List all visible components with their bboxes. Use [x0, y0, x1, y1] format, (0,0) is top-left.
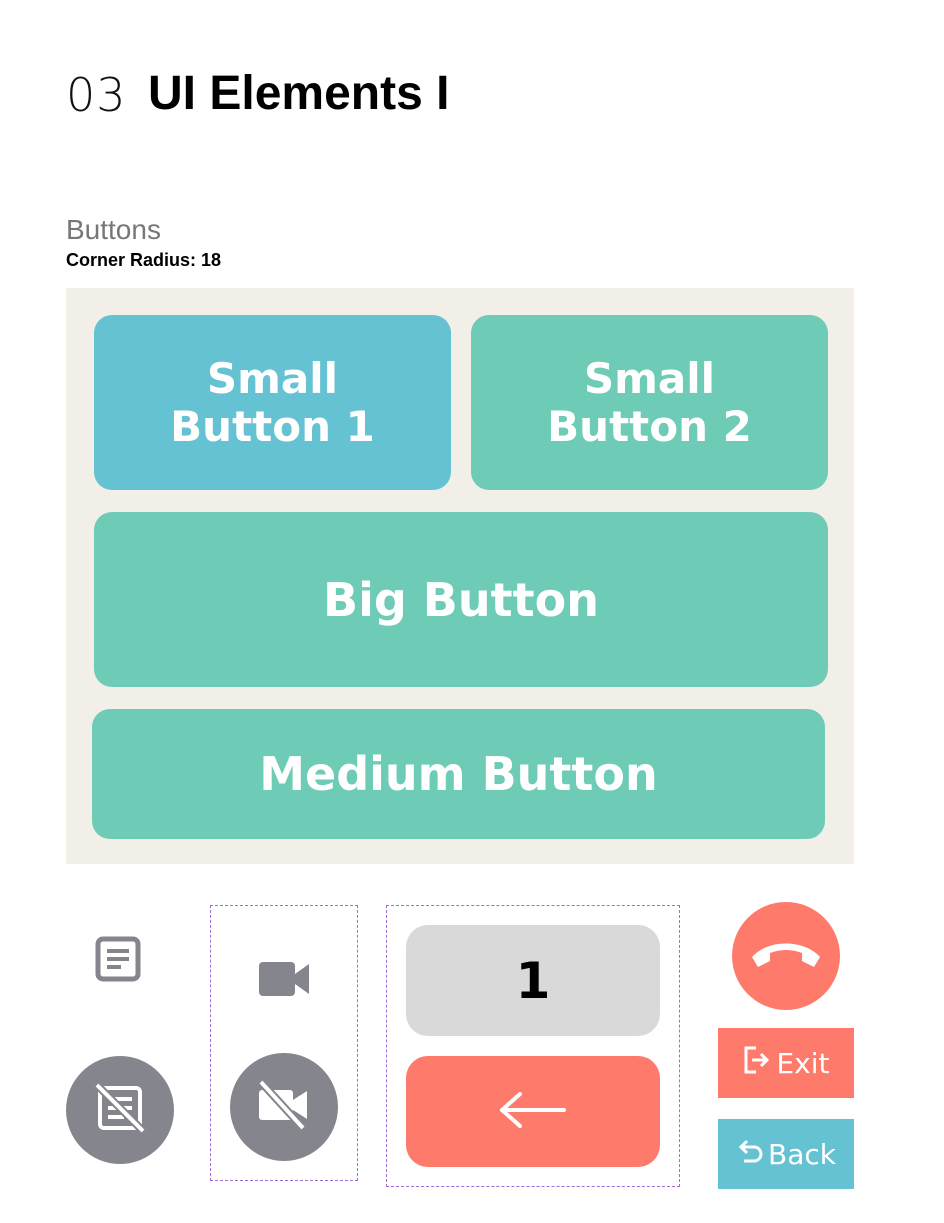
- exit-label: Exit: [776, 1046, 830, 1080]
- big-button-label: Big Button: [323, 572, 599, 627]
- document-off-icon: [94, 1082, 146, 1138]
- document-off-button[interactable]: [66, 1056, 174, 1164]
- number-key-label: 1: [515, 951, 551, 1010]
- small-button-1[interactable]: Small Button 1: [94, 315, 451, 490]
- phone-hangup-icon: [748, 937, 824, 975]
- section-subtitle: Corner Radius: 18: [66, 250, 222, 270]
- big-button[interactable]: Big Button: [94, 512, 828, 687]
- undo-icon: [736, 1137, 764, 1172]
- small-button-1-line2: Button 1: [170, 401, 375, 451]
- medium-button-label: Medium Button: [259, 747, 658, 801]
- hang-up-button[interactable]: [732, 902, 840, 1010]
- exit-button[interactable]: Exit: [718, 1028, 854, 1098]
- small-button-2[interactable]: Small Button 2: [471, 315, 828, 490]
- backspace-button[interactable]: [406, 1056, 660, 1167]
- video-camera-icon[interactable]: [257, 958, 311, 1000]
- section-label: Buttons: [66, 214, 161, 245]
- video-off-button[interactable]: [230, 1053, 338, 1161]
- arrow-left-icon: [498, 1090, 568, 1134]
- medium-button[interactable]: Medium Button: [92, 709, 825, 839]
- small-button-1-line1: Small: [206, 353, 339, 403]
- video-camera-off-icon: [255, 1079, 313, 1134]
- page-title: UI Elements I: [148, 67, 450, 120]
- page-number: 03: [66, 68, 127, 122]
- small-button-2-line1: Small: [583, 353, 716, 403]
- back-label: Back: [768, 1137, 836, 1171]
- document-icon[interactable]: [95, 936, 141, 982]
- back-button[interactable]: Back: [718, 1119, 854, 1189]
- exit-icon: [742, 1045, 770, 1082]
- number-key[interactable]: 1: [406, 925, 660, 1036]
- small-button-2-line2: Button 2: [547, 401, 752, 451]
